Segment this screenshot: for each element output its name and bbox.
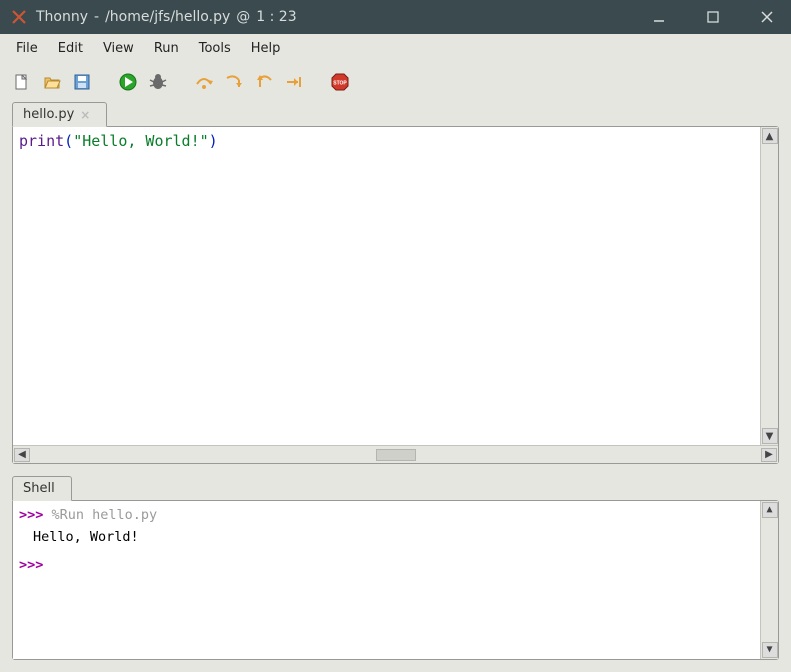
code-editor[interactable]: print("Hello, World!") ▲ ▼ (13, 127, 778, 445)
scroll-track[interactable] (31, 448, 760, 462)
code-close-paren: ) (209, 132, 218, 150)
menu-help[interactable]: Help (243, 37, 289, 60)
code-open-paren: ( (64, 132, 73, 150)
scroll-right-icon[interactable]: ▶ (761, 448, 777, 462)
editor-tab-label: hello.py (23, 107, 74, 122)
menu-view[interactable]: View (95, 37, 142, 60)
menu-edit[interactable]: Edit (50, 37, 91, 60)
titlebar: Thonny - /home/jfs/hello.py @ 1 : 23 (0, 0, 791, 34)
scroll-up-icon[interactable]: ▲ (762, 128, 778, 144)
stop-icon[interactable]: STOP (328, 70, 352, 94)
debug-icon[interactable] (146, 70, 170, 94)
minimize-button[interactable] (645, 3, 673, 31)
app-icon (10, 8, 28, 26)
maximize-button[interactable] (699, 3, 727, 31)
title-app: Thonny (36, 9, 88, 25)
title-cursor-pos: 1 : 23 (256, 9, 296, 25)
save-file-icon[interactable] (70, 70, 94, 94)
step-into-icon[interactable] (222, 70, 246, 94)
shell-tabrow: Shell (12, 476, 779, 500)
run-icon[interactable] (116, 70, 140, 94)
window-title: Thonny - /home/jfs/hello.py @ 1 : 23 (36, 9, 645, 25)
scroll-down-icon[interactable]: ▼ (762, 642, 778, 658)
menu-run[interactable]: Run (146, 37, 187, 60)
editor-vscrollbar[interactable]: ▲ ▼ (760, 127, 778, 445)
step-out-icon[interactable] (252, 70, 276, 94)
code-fn: print (19, 132, 64, 150)
scroll-up-icon[interactable]: ▲ (762, 502, 778, 518)
editor-pane: print("Hello, World!") ▲ ▼ ◀ ▶ (12, 126, 779, 464)
window-controls (645, 3, 781, 31)
code-string: "Hello, World!" (73, 132, 208, 150)
shell-prompt: >>> (19, 507, 52, 523)
title-sep: - (94, 9, 99, 25)
close-button[interactable] (753, 3, 781, 31)
resume-icon[interactable] (282, 70, 306, 94)
shell-run-command: %Run hello.py (52, 507, 158, 523)
menu-tools[interactable]: Tools (191, 37, 239, 60)
title-filepath: /home/jfs/hello.py (105, 9, 230, 25)
close-icon[interactable]: × (80, 108, 90, 122)
shell-output: Hello, World! (19, 526, 754, 548)
scroll-down-icon[interactable]: ▼ (762, 428, 778, 444)
shell-vscrollbar[interactable]: ▲ ▼ (760, 501, 778, 659)
menu-file[interactable]: File (8, 37, 46, 60)
shell-line-run: >>> %Run hello.py (19, 504, 754, 526)
workspace: hello.py × print("Hello, World!") ▲ ▼ ◀ … (0, 102, 791, 672)
menubar: File Edit View Run Tools Help (0, 34, 791, 62)
shell-tab[interactable]: Shell (12, 476, 72, 501)
svg-text:STOP: STOP (333, 80, 347, 86)
shell-prompt-2: >>> (19, 557, 43, 573)
editor-tabrow: hello.py × (12, 102, 779, 126)
editor-hscrollbar[interactable]: ◀ ▶ (13, 445, 778, 463)
code-line-1: print("Hello, World!") (13, 127, 760, 155)
shell-tab-label: Shell (23, 481, 55, 496)
open-file-icon[interactable] (40, 70, 64, 94)
shell-console[interactable]: >>> %Run hello.py Hello, World! >>> ▲ ▼ (13, 501, 778, 659)
new-file-icon[interactable] (10, 70, 34, 94)
scroll-left-icon[interactable]: ◀ (14, 448, 30, 462)
shell-line-prompt: >>> (19, 554, 754, 576)
toolbar: STOP (0, 62, 791, 102)
editor-tab-hello[interactable]: hello.py × (12, 102, 107, 127)
step-over-icon[interactable] (192, 70, 216, 94)
shell-pane: >>> %Run hello.py Hello, World! >>> ▲ ▼ (12, 500, 779, 660)
title-cursor-sep: @ (236, 9, 250, 25)
scroll-thumb[interactable] (376, 449, 416, 461)
